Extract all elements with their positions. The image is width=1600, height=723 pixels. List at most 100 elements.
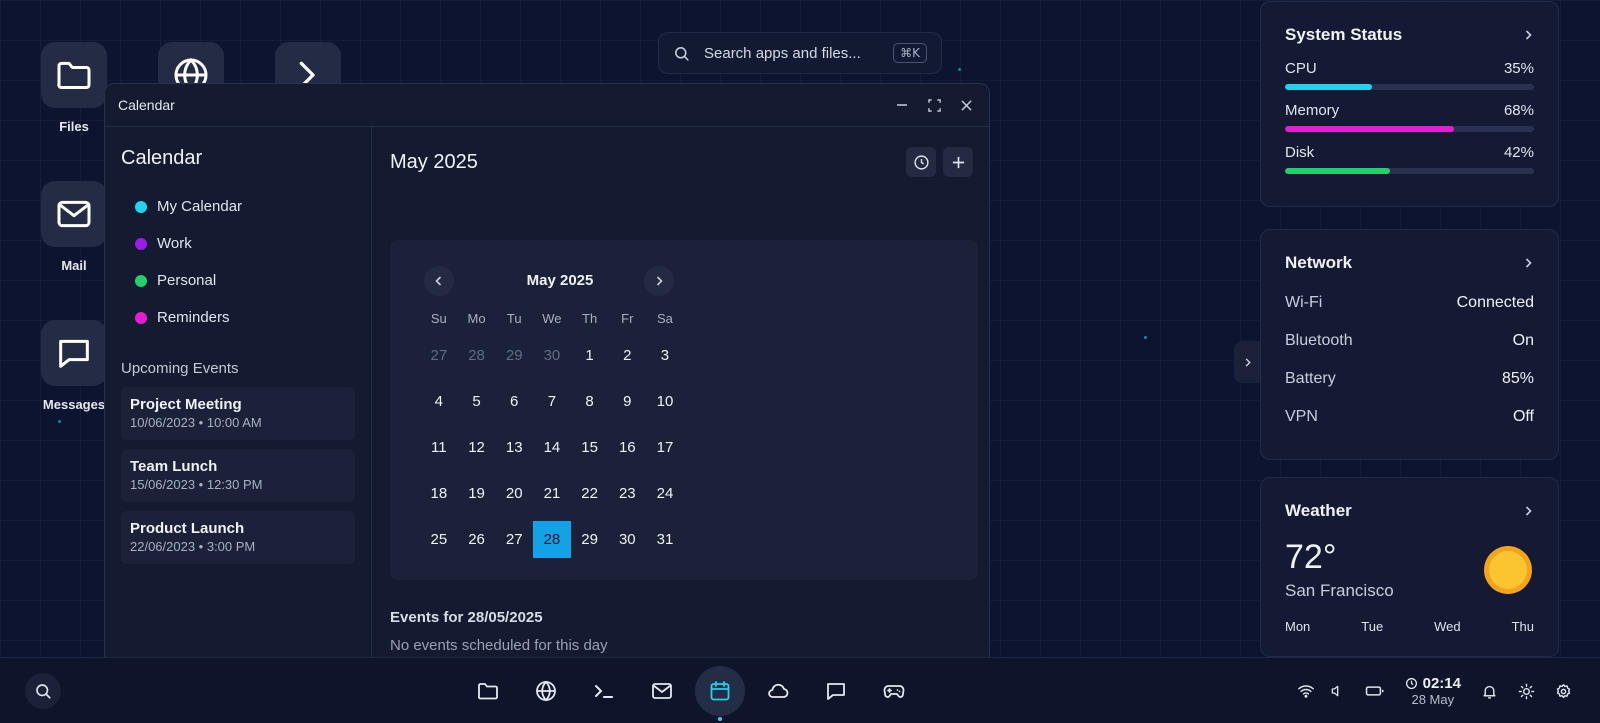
global-search-bar[interactable]: Search apps and files... ⌘K (658, 32, 942, 74)
chevron-right-icon[interactable] (1522, 29, 1534, 41)
stat-memory: Memory 68% (1285, 102, 1534, 132)
week-row: 25 26 27 28 29 30 31 (420, 516, 720, 562)
taskbar-app-cloud[interactable] (753, 666, 803, 716)
day-cell-selected[interactable]: 28 (533, 520, 571, 558)
taskbar-app-browser[interactable] (521, 666, 571, 716)
day-cell[interactable]: 26 (458, 521, 496, 558)
network-value: 85% (1501, 370, 1534, 387)
network-widget: Network Wi-Fi Connected Bluetooth On Batte… (1260, 229, 1559, 460)
event-card[interactable]: Project Meeting 10/06/2023 • 10:00 AM (121, 387, 355, 440)
settings-gear-icon[interactable] (1555, 683, 1572, 700)
day-cell[interactable]: 5 (458, 383, 496, 420)
day-cell[interactable]: 30 (608, 521, 646, 558)
day-cell[interactable]: 22 (571, 475, 609, 512)
day-cell[interactable]: 29 (495, 337, 533, 374)
day-cell[interactable]: 17 (646, 429, 684, 466)
day-cell[interactable]: 13 (495, 429, 533, 466)
day-cell[interactable]: 28 (458, 337, 496, 374)
day-cell[interactable]: 24 (646, 475, 684, 512)
calendar-item-personal[interactable]: Personal (121, 262, 355, 299)
week-row: 27 28 29 30 1 2 3 (420, 332, 720, 378)
mail-icon (652, 683, 672, 699)
day-cell[interactable]: 29 (571, 521, 609, 558)
next-month-button[interactable] (644, 266, 674, 296)
day-cell[interactable]: 15 (571, 429, 609, 466)
day-cell[interactable]: 12 (458, 429, 496, 466)
minimize-icon[interactable] (893, 96, 911, 114)
day-cell[interactable]: 4 (420, 383, 458, 420)
calendar-main: May 2025 May 2025 Su Mo Tu We Th Fr Sa 27 28 29 30… (373, 127, 989, 662)
stat-value: 35% (1503, 60, 1534, 77)
event-card[interactable]: Team Lunch 15/06/2023 • 12:30 PM (121, 449, 355, 502)
clock-icon (1405, 678, 1417, 689)
widget-title: Network (1285, 253, 1353, 272)
brightness-icon[interactable] (1518, 683, 1535, 700)
add-event-button[interactable] (943, 147, 973, 177)
day-cell[interactable]: 7 (533, 383, 571, 420)
plus-icon (952, 156, 964, 168)
taskbar-search-button[interactable] (25, 673, 61, 709)
weekday-label: We (542, 311, 562, 326)
taskbar-app-terminal[interactable] (579, 666, 629, 716)
clock-button[interactable] (906, 147, 936, 177)
stat-disk: Disk 42% (1285, 144, 1534, 174)
calendar-item-my-calendar[interactable]: My Calendar (121, 188, 355, 225)
taskbar-app-games[interactable] (869, 666, 919, 716)
volume-icon[interactable] (1329, 683, 1345, 699)
day-cell[interactable]: 30 (533, 337, 571, 374)
clock-icon (913, 154, 929, 170)
day-cell[interactable]: 21 (533, 475, 571, 512)
event-card[interactable]: Product Launch 22/06/2023 • 3:00 PM (121, 511, 355, 564)
day-cell[interactable]: 6 (495, 383, 533, 420)
stat-value: 42% (1503, 144, 1534, 161)
bell-icon[interactable] (1481, 683, 1498, 700)
day-cell[interactable]: 27 (420, 337, 458, 374)
day-cell[interactable]: 23 (608, 475, 646, 512)
taskbar-app-calendar[interactable] (695, 666, 745, 721)
close-icon[interactable] (957, 96, 975, 114)
day-cell[interactable]: 31 (646, 521, 684, 558)
day-cell[interactable]: 25 (420, 521, 458, 558)
globe-icon (536, 680, 556, 702)
weekday-label: Su (430, 311, 447, 326)
day-cell[interactable]: 10 (646, 383, 684, 420)
day-cell[interactable]: 2 (608, 337, 646, 374)
day-cell[interactable]: 19 (458, 475, 496, 512)
day-cell[interactable]: 16 (608, 429, 646, 466)
chevron-right-icon[interactable] (1522, 505, 1534, 517)
stat-bar-fill (1285, 126, 1455, 132)
search-placeholder: Search apps and files... (704, 44, 861, 62)
day-cell[interactable]: 8 (571, 383, 609, 420)
week-row: 11 12 13 14 15 16 17 (420, 424, 720, 470)
calendar-item-reminders[interactable]: Reminders (121, 299, 355, 336)
chevron-right-icon[interactable] (1522, 257, 1534, 269)
window-titlebar[interactable]: Calendar (105, 84, 989, 127)
taskbar-clock[interactable]: 02:14 28 May (1405, 675, 1461, 707)
day-cell[interactable]: 18 (420, 475, 458, 512)
weekday-header-row: Su Mo Tu We Th Fr Sa (420, 306, 720, 332)
system-status-widget: System Status CPU 35% Memory 68% Disk 42% (1260, 1, 1559, 207)
week-row: 4 5 6 7 8 9 10 (420, 378, 720, 424)
maximize-icon[interactable] (925, 96, 943, 114)
day-cell[interactable]: 9 (608, 383, 646, 420)
forecast-day: Thu (1511, 619, 1534, 634)
event-name: Product Launch (130, 520, 245, 537)
day-cell[interactable]: 20 (495, 475, 533, 512)
network-label: Wi-Fi (1285, 294, 1323, 311)
stat-bar-fill (1285, 84, 1373, 90)
calendar-item-work[interactable]: Work (121, 225, 355, 262)
upcoming-events-heading: Upcoming Events (121, 360, 239, 377)
widget-title: System Status (1285, 25, 1403, 44)
taskbar-app-files[interactable] (463, 666, 513, 716)
day-cell[interactable]: 1 (571, 337, 609, 374)
day-cell[interactable]: 11 (420, 429, 458, 466)
day-cell[interactable]: 14 (533, 429, 571, 466)
battery-icon[interactable] (1365, 683, 1385, 699)
taskbar-app-mail[interactable] (637, 666, 687, 716)
wifi-icon[interactable] (1297, 682, 1315, 700)
taskbar-app-messages[interactable] (811, 666, 861, 716)
widget-panel-toggle[interactable] (1234, 341, 1260, 383)
day-cell[interactable]: 3 (646, 337, 684, 374)
day-cell[interactable]: 27 (495, 521, 533, 558)
weather-widget: Weather 72° San Francisco Mon Tue Wed Th… (1260, 477, 1559, 657)
